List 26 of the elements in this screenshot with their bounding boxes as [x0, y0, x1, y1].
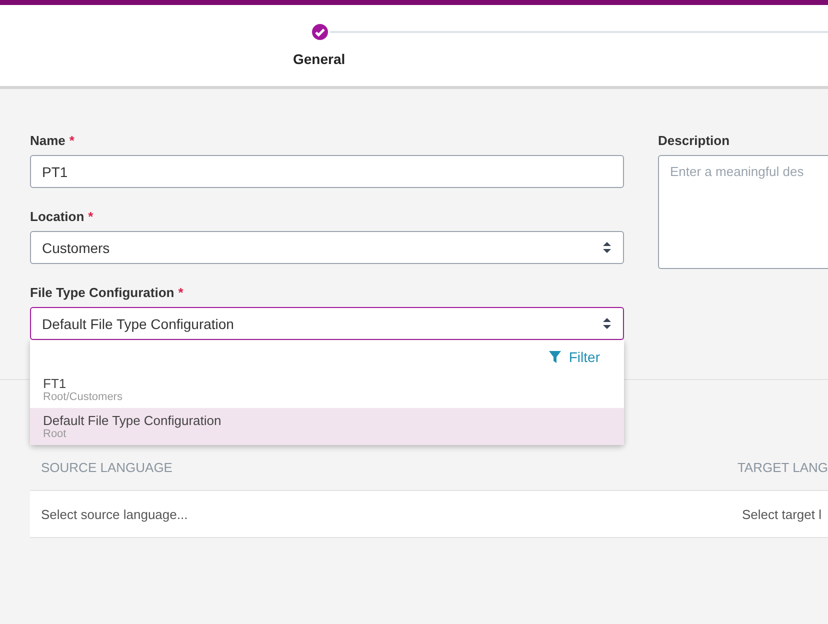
filter-icon: [548, 351, 561, 363]
field-label: Description: [658, 133, 730, 148]
file-type-select[interactable]: Default File Type Configuration: [30, 307, 624, 340]
option-path: Root/Customers: [43, 391, 124, 403]
column-header: TARGET LANG: [736, 460, 828, 475]
required-mark: *: [178, 285, 184, 300]
option-title: Default File Type Configuration: [43, 413, 222, 428]
field-label: Name: [30, 133, 66, 148]
dropdown-option[interactable]: FT1 Root/Customers: [30, 371, 624, 408]
sort-caret-icon: [602, 317, 612, 330]
location-select[interactable]: Customers: [30, 231, 624, 264]
filter-button[interactable]: Filter: [546, 347, 602, 367]
description-field[interactable]: Enter a meaningful des: [658, 155, 828, 269]
sort-caret-icon: [602, 241, 612, 254]
dropdown-option[interactable]: Default File Type Configuration Root: [30, 408, 624, 445]
table-cell[interactable]: Select target l: [731, 506, 822, 522]
field-label: Location: [30, 209, 84, 224]
name-input[interactable]: PT1: [30, 155, 624, 188]
required-mark: *: [88, 209, 94, 224]
step-label: General: [293, 51, 346, 67]
table-cell[interactable]: Select source language...: [30, 506, 731, 522]
option-path: Root: [43, 428, 68, 440]
field-label: File Type Configuration: [30, 285, 174, 300]
column-header: SOURCE LANGUAGE: [40, 460, 174, 475]
required-mark: *: [69, 133, 74, 148]
option-title: FT1: [43, 376, 68, 391]
